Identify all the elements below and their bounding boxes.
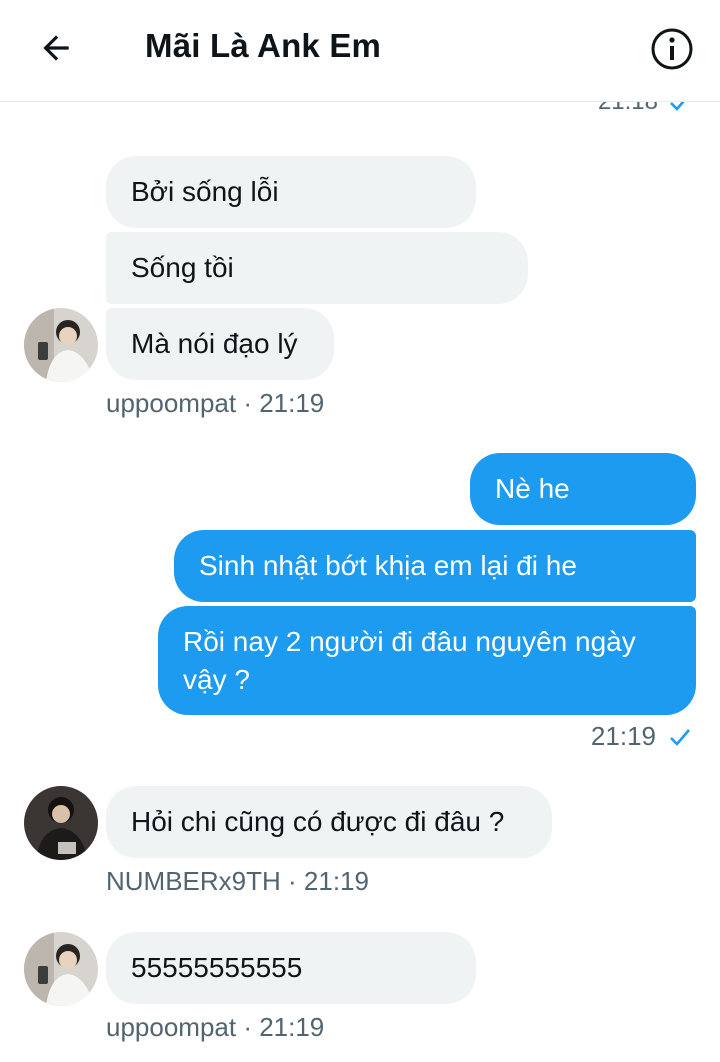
conversation-info-button[interactable] xyxy=(648,25,696,73)
message-text: Nè he xyxy=(495,473,570,504)
outgoing-message[interactable]: Sinh nhật bớt khịa em lại đi he xyxy=(174,530,696,602)
message-text: Sống tồi xyxy=(131,252,234,283)
message-text: Mà nói đạo lý xyxy=(131,328,298,359)
outgoing-message[interactable]: Rồi nay 2 người đi đâu nguyên ngày vậy ? xyxy=(158,606,696,715)
message-meta[interactable]: uppoompat · 21:19 xyxy=(106,388,324,419)
check-icon xyxy=(670,728,690,746)
outgoing-message[interactable]: Nè he xyxy=(470,453,696,525)
avatar[interactable] xyxy=(24,786,98,860)
avatar-photo xyxy=(24,932,98,1006)
incoming-message[interactable]: Hỏi chi cũng có được đi đâu ? xyxy=(106,786,552,858)
avatar[interactable] xyxy=(24,932,98,1006)
incoming-message[interactable]: Sống tồi xyxy=(106,232,528,304)
incoming-message[interactable]: 55555555555 xyxy=(106,932,476,1004)
back-button[interactable] xyxy=(34,26,78,70)
message-text: Sinh nhật bớt khịa em lại đi he xyxy=(199,550,577,581)
avatar[interactable] xyxy=(24,308,98,382)
message-text: 55555555555 xyxy=(131,952,303,983)
incoming-message[interactable]: Mà nói đạo lý xyxy=(106,308,334,380)
conversation-header: Mãi Là Ank Em xyxy=(0,0,720,102)
avatar-photo xyxy=(24,786,98,860)
arrow-left-icon xyxy=(43,35,69,61)
timestamp-text: 21:19 xyxy=(590,721,656,751)
message-text: Bởi sống lỗi xyxy=(131,176,279,207)
message-meta[interactable]: uppoompat · 21:19 xyxy=(106,1012,324,1043)
conversation-title[interactable]: Mãi Là Ank Em xyxy=(145,27,381,65)
message-meta[interactable]: NUMBERx9TH · 21:19 xyxy=(106,866,369,897)
avatar-photo xyxy=(24,308,98,382)
message-text: Rồi nay 2 người đi đâu nguyên ngày vậy ? xyxy=(183,626,636,695)
message-meta[interactable]: 21:19 xyxy=(591,721,692,752)
info-icon xyxy=(651,28,693,70)
message-text: Hỏi chi cũng có được đi đâu ? xyxy=(131,806,505,837)
incoming-message[interactable]: Bởi sống lỗi xyxy=(106,156,476,228)
